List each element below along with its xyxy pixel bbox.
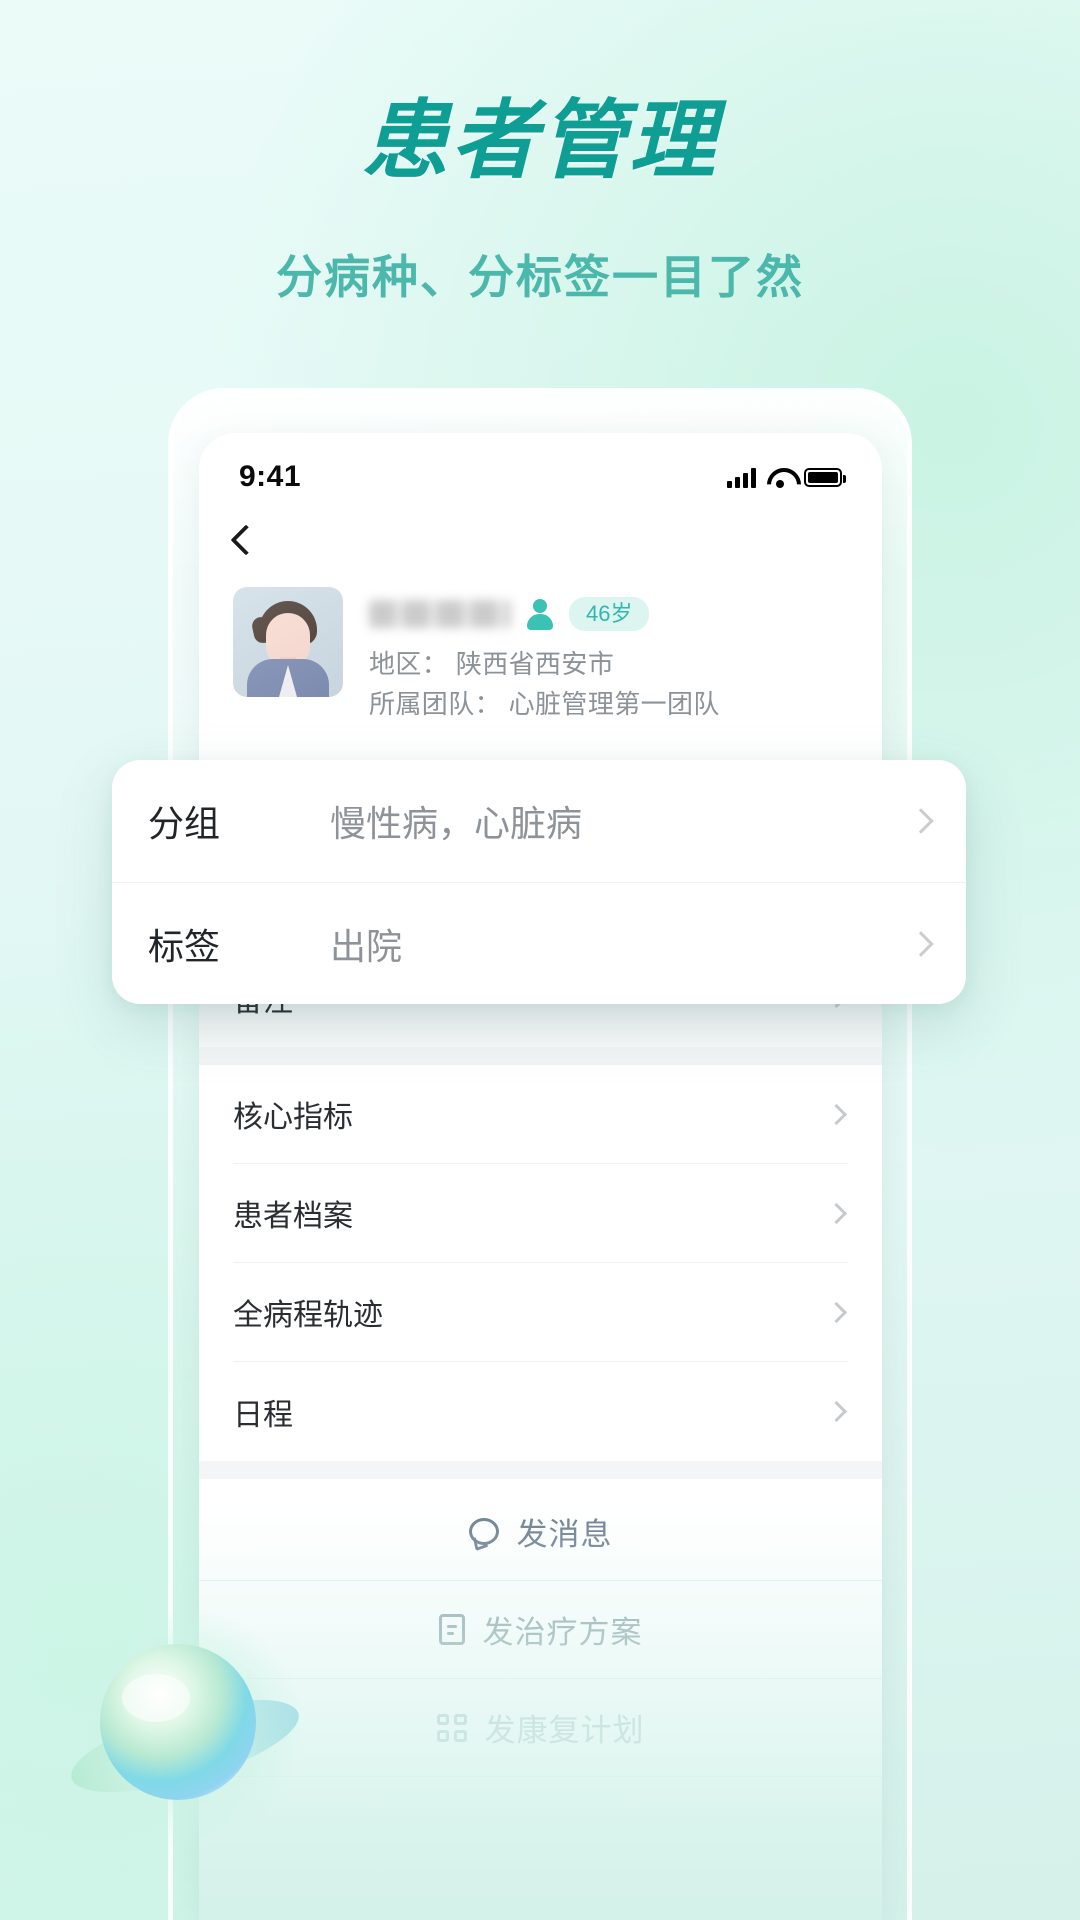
male-person-icon xyxy=(527,599,553,630)
list-item[interactable]: 全病程轨迹 xyxy=(233,1263,848,1363)
status-badge: 46岁 xyxy=(569,596,650,632)
list-item[interactable]: 日程 xyxy=(233,1362,848,1461)
send-rehab-plan-button[interactable]: 发康复计划 xyxy=(199,1679,882,1778)
patient-menu-list: 核心指标 患者档案 全病程轨迹 日程 xyxy=(199,1065,882,1461)
grid-icon xyxy=(436,1713,467,1742)
group-tag-overlay-card: 分组 慢性病，心脏病 标签 出院 xyxy=(112,760,966,1004)
nav-bar xyxy=(199,507,882,573)
back-chevron-icon[interactable] xyxy=(230,524,262,556)
chat-bubble-icon xyxy=(468,1518,499,1546)
send-treatment-plan-button[interactable]: 发治疗方案 xyxy=(199,1581,882,1680)
list-item[interactable]: 核心指标 xyxy=(233,1065,848,1165)
cellular-signal-icon xyxy=(727,467,756,488)
section-divider xyxy=(199,1047,882,1066)
patient-header: 46岁 地区： 陕西省西安市 所属团队： 心脏管理第一团队 xyxy=(199,573,882,750)
overlay-row-group[interactable]: 分组 慢性病，心脏病 xyxy=(112,760,966,882)
page-subtitle: 分病种、分标签一目了然 xyxy=(276,251,804,303)
battery-icon xyxy=(804,467,846,487)
wifi-icon xyxy=(767,467,793,488)
send-message-button[interactable]: 发消息 xyxy=(199,1483,882,1582)
menu-label: 全病程轨迹 xyxy=(233,1299,383,1333)
overlay-row-label: 标签 xyxy=(148,925,221,967)
patient-info: 46岁 地区： 陕西省西安市 所属团队： 心脏管理第一团队 xyxy=(369,587,848,724)
menu-label: 患者档案 xyxy=(233,1200,353,1234)
chevron-right-icon xyxy=(908,930,934,957)
patient-region: 地区： 陕西省西安市 xyxy=(369,649,615,679)
status-time: 9:41 xyxy=(239,460,302,493)
action-label: 发消息 xyxy=(516,1517,613,1553)
chevron-right-icon xyxy=(908,808,934,834)
status-bar: 9:41 xyxy=(199,433,882,507)
chevron-right-icon xyxy=(825,1202,848,1224)
chevron-right-icon xyxy=(825,1301,848,1323)
overlay-row-value: 慢性病，心脏病 xyxy=(330,803,583,844)
section-divider xyxy=(199,1461,882,1480)
menu-label: 日程 xyxy=(233,1398,293,1432)
overlay-row-value: 出院 xyxy=(330,925,403,967)
action-list: 发消息 发治疗方案 发康复计划 xyxy=(199,1479,882,1778)
list-item[interactable]: 患者档案 xyxy=(233,1164,848,1264)
phone-screen: 9:41 46岁 地区： 陕西省西安市 所属团队： 心脏管理第一团队 核心指标 … xyxy=(199,433,882,1920)
overlay-row-tag[interactable]: 标签 出院 xyxy=(112,882,966,1004)
menu-label: 核心指标 xyxy=(233,1101,353,1135)
document-icon xyxy=(438,1614,465,1646)
patient-team: 所属团队： 心脏管理第一团队 xyxy=(369,688,720,719)
action-label: 发康复计划 xyxy=(484,1713,645,1749)
overlay-row-label: 分组 xyxy=(148,803,221,844)
patient-name-row: 46岁 xyxy=(369,591,848,637)
chevron-right-icon xyxy=(825,1103,848,1125)
page-background: 患者管理 分病种、分标签一目了然 9:41 46岁 地区： 陕西省西安市 所属团… xyxy=(0,0,1080,1920)
patient-avatar[interactable] xyxy=(233,587,343,697)
patient-name-masked xyxy=(369,600,511,628)
chevron-right-icon xyxy=(825,1400,848,1423)
page-title: 患者管理 xyxy=(362,93,718,189)
action-label: 发治疗方案 xyxy=(482,1615,643,1651)
status-icons xyxy=(727,467,846,488)
